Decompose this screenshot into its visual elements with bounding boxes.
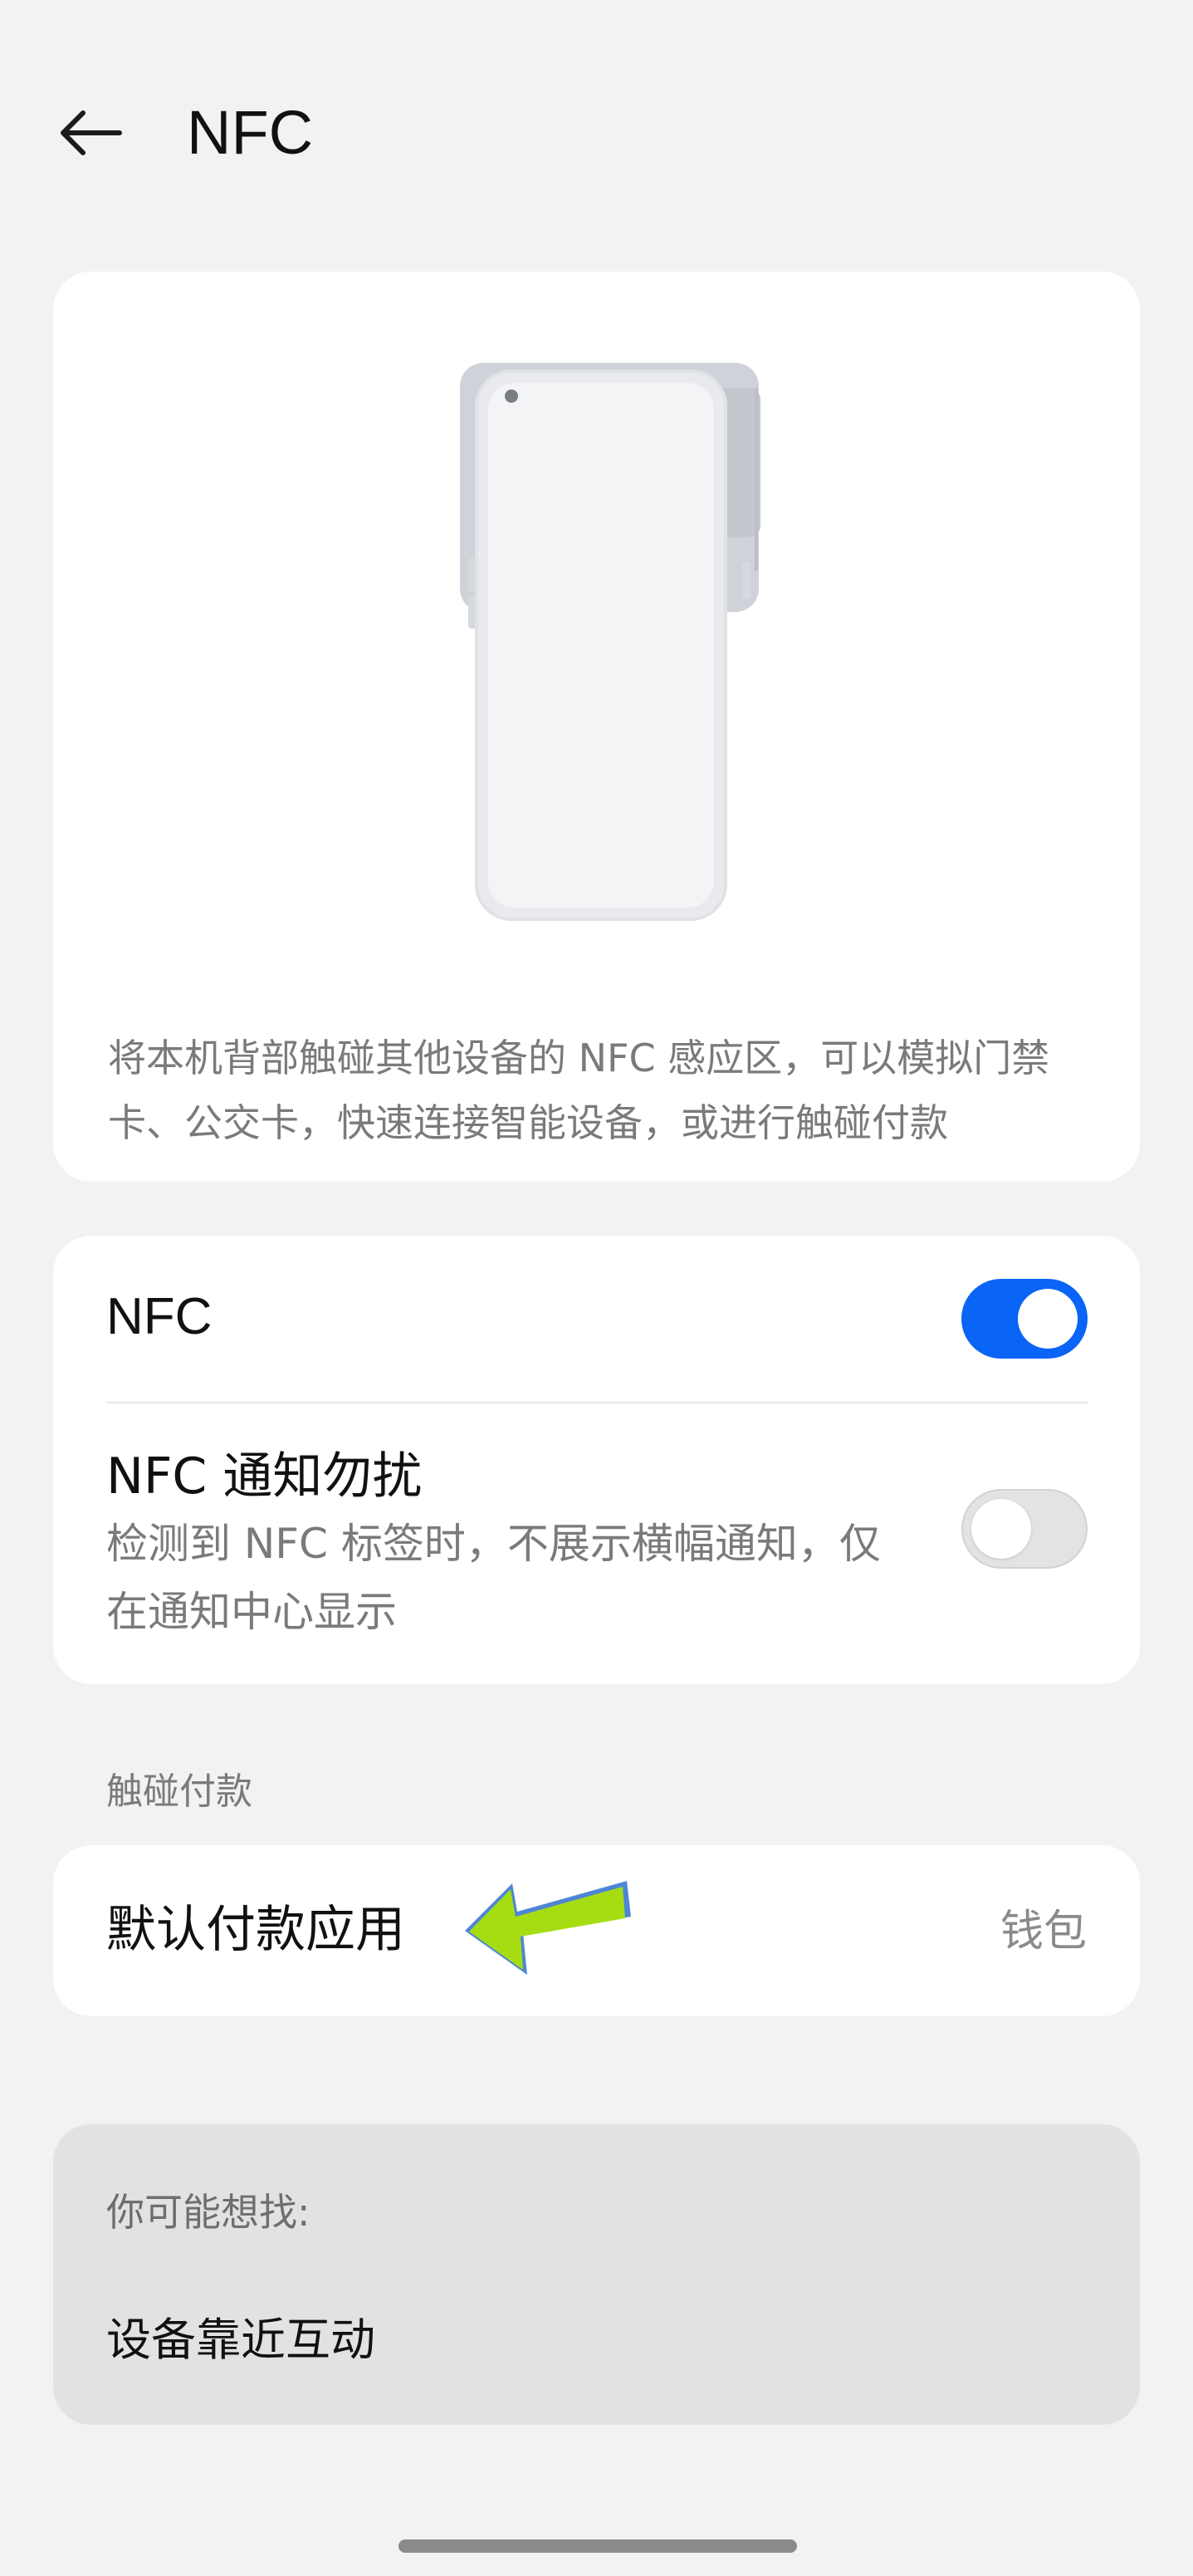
home-indicator[interactable]: [398, 2539, 797, 2553]
suggestion-item-device-proximity[interactable]: 设备靠近互动: [106, 2310, 375, 2370]
suggestions-card: 你可能想找: 设备靠近互动: [53, 2124, 1140, 2425]
app-header: NFC: [0, 83, 1193, 183]
page-title: NFC: [187, 98, 314, 167]
nfc-dnd-row[interactable]: NFC 通知勿扰 检测到 NFC 标签时，不展示横幅通知，仅在通知中心显示: [53, 1403, 1140, 1684]
green-arrow-icon: [465, 1881, 631, 1975]
nfc-intro-card: 将本机背部触碰其他设备的 NFC 感应区，可以模拟门禁卡、公交卡，快速连接智能设…: [53, 272, 1140, 1182]
nfc-switch[interactable]: [961, 1279, 1088, 1359]
arrow-left-icon: [61, 110, 122, 155]
switch-knob: [971, 1499, 1031, 1559]
nfc-label: NFC: [106, 1288, 213, 1345]
default-payment-label: 默认付款应用: [106, 1901, 405, 1959]
nfc-settings-card: NFC NFC 通知勿扰 检测到 NFC 标签时，不展示横幅通知，仅在通知中心显…: [53, 1236, 1140, 1684]
nfc-dnd-label: NFC 通知勿扰: [106, 1447, 423, 1506]
nfc-description: 将本机背部触碰其他设备的 NFC 感应区，可以模拟门禁卡、公交卡，快速连接智能设…: [108, 1036, 1050, 1145]
nfc-dnd-switch[interactable]: [961, 1489, 1088, 1569]
suggestions-title: 你可能想找:: [106, 2190, 310, 2235]
back-button[interactable]: [50, 100, 133, 166]
section-title-tap-to-pay: 触碰付款: [106, 1770, 252, 1813]
switch-knob: [1018, 1289, 1078, 1349]
nfc-dnd-description: 检测到 NFC 标签时，不展示横幅通知，仅在通知中心显示: [106, 1520, 881, 1636]
default-payment-value: 钱包: [1000, 1907, 1087, 1956]
phone-nfc-illustration: [460, 363, 760, 921]
nfc-toggle-row[interactable]: NFC: [53, 1236, 1140, 1402]
